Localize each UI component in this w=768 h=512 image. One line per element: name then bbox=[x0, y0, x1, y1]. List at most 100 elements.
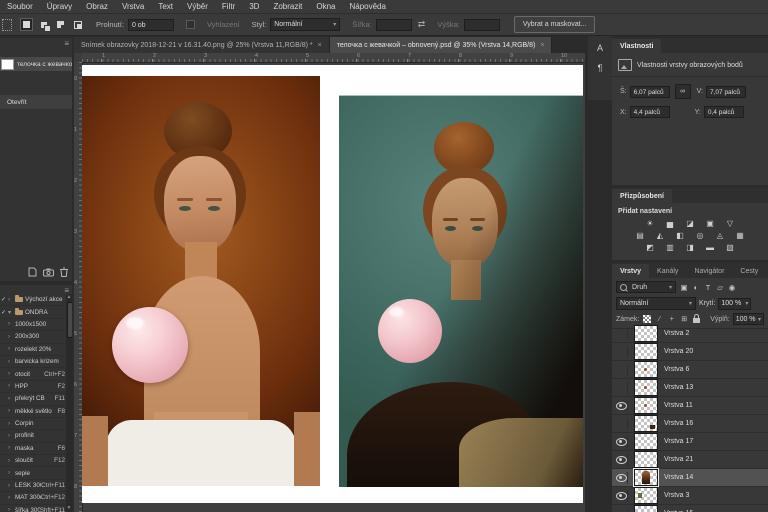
new-document-from-state-icon[interactable] bbox=[28, 267, 37, 277]
canvas-area[interactable]: 12345678910 012345678 bbox=[74, 53, 585, 512]
feather-input[interactable]: 0 ob bbox=[128, 19, 174, 31]
layer-thumbnail[interactable] bbox=[634, 379, 658, 396]
channel-mixer-icon[interactable]: ◬ bbox=[713, 230, 727, 241]
layer-row[interactable]: Vrstva 16 bbox=[612, 415, 768, 433]
menu-item[interactable]: Vrstva bbox=[115, 2, 151, 11]
width-input[interactable] bbox=[376, 19, 412, 31]
rectangular-marquee-tool-icon[interactable] bbox=[2, 19, 12, 31]
layer-row[interactable]: Vrstva 3 bbox=[612, 487, 768, 505]
layer-thumbnail[interactable] bbox=[634, 505, 658, 512]
caret-icon[interactable] bbox=[8, 408, 15, 414]
action-row[interactable]: MAT 300dpi Ctrl+F12 bbox=[0, 492, 66, 504]
caret-icon[interactable] bbox=[8, 396, 15, 402]
new-selection-icon[interactable] bbox=[20, 18, 33, 31]
caret-icon[interactable] bbox=[8, 346, 15, 352]
layer-thumbnail[interactable] bbox=[634, 325, 658, 342]
exposure-icon[interactable]: ▣ bbox=[703, 218, 717, 229]
history-state-open[interactable]: Otevřít bbox=[0, 95, 72, 109]
curves-icon[interactable]: ◪ bbox=[683, 218, 697, 229]
action-row[interactable]: Corpin bbox=[0, 418, 66, 430]
scroll-up-icon[interactable]: ▲ bbox=[66, 294, 72, 301]
layer-row[interactable]: Vrstva 11 bbox=[612, 397, 768, 415]
menu-item[interactable]: Úpravy bbox=[40, 2, 79, 11]
delete-trash-icon[interactable] bbox=[60, 267, 68, 277]
caret-icon[interactable] bbox=[8, 433, 15, 439]
filter-type-layers-icon[interactable]: T bbox=[702, 281, 714, 293]
document-tab[interactable]: Snímek obrazovky 2018-12-21 v 16.31.40.p… bbox=[74, 37, 330, 53]
action-row[interactable]: měkké světlo F8 bbox=[0, 406, 66, 418]
layer-kind-filter-select[interactable]: Druh ▾ bbox=[616, 281, 676, 293]
action-row[interactable]: HPP F2 bbox=[0, 381, 66, 393]
visibility-toggle[interactable] bbox=[615, 454, 628, 466]
scrollbar-thumb[interactable] bbox=[67, 302, 72, 338]
layers-panel-tab[interactable]: Navigátor bbox=[686, 264, 732, 278]
close-icon[interactable]: × bbox=[540, 42, 544, 49]
menu-item[interactable]: Zobrazit bbox=[266, 2, 309, 11]
layer-row[interactable]: Vrstva 6 bbox=[612, 361, 768, 379]
caret-icon[interactable] bbox=[8, 421, 15, 427]
visibility-toggle[interactable] bbox=[615, 490, 628, 502]
layers-panel-tab[interactable]: Cesty bbox=[732, 264, 766, 278]
filter-adjustment-layers-icon[interactable]: ◐ bbox=[690, 281, 702, 293]
panel-menu-icon[interactable]: ≡ bbox=[64, 41, 69, 47]
caret-icon[interactable] bbox=[8, 359, 15, 365]
layer-thumbnail[interactable] bbox=[634, 397, 658, 414]
menu-item[interactable]: Filtr bbox=[215, 2, 242, 11]
lock-position-icon[interactable]: + bbox=[667, 314, 676, 325]
layer-name[interactable]: Vrstva 11 bbox=[664, 402, 693, 409]
layer-row[interactable]: Vrstva 20 bbox=[612, 343, 768, 361]
caret-icon[interactable] bbox=[8, 507, 15, 512]
filter-pixel-layers-icon[interactable]: ▣ bbox=[678, 281, 690, 293]
invert-icon[interactable]: ◩ bbox=[643, 242, 657, 253]
subtract-from-selection-icon[interactable] bbox=[54, 18, 67, 31]
color-balance-icon[interactable]: ◭ bbox=[653, 230, 667, 241]
visibility-toggle[interactable] bbox=[615, 382, 628, 394]
scroll-down-icon[interactable]: ▼ bbox=[66, 505, 72, 512]
layers-panel-tab[interactable]: Vrstvy bbox=[612, 264, 649, 278]
layer-row[interactable]: Vrstva 2 bbox=[612, 325, 768, 343]
layer-name[interactable]: Vrstva 16 bbox=[664, 420, 693, 427]
vibrance-icon[interactable]: ▽ bbox=[723, 218, 737, 229]
action-row[interactable]: LESK 300dpi Ctrl+F11 bbox=[0, 480, 66, 492]
visibility-toggle[interactable] bbox=[615, 436, 628, 448]
action-row[interactable]: ONDRA bbox=[0, 306, 66, 318]
menu-item[interactable]: 3D bbox=[242, 2, 266, 11]
layer-name[interactable]: Vrstva 17 bbox=[664, 438, 693, 445]
layer-name[interactable]: Vrstva 13 bbox=[664, 384, 693, 391]
tab-adjustments[interactable]: Přizpůsobení bbox=[612, 189, 672, 203]
photo-filter-icon[interactable]: ◎ bbox=[693, 230, 707, 241]
layer-name[interactable]: Vrstva 14 bbox=[664, 474, 693, 481]
menu-item[interactable]: Text bbox=[151, 2, 180, 11]
caret-icon[interactable] bbox=[8, 371, 15, 377]
close-icon[interactable]: × bbox=[318, 42, 322, 49]
action-check-icon[interactable] bbox=[1, 309, 8, 316]
paragraph-panel-icon[interactable]: ¶ bbox=[591, 60, 609, 76]
opacity-input[interactable]: 100 % ▾ bbox=[718, 298, 751, 310]
caret-icon[interactable] bbox=[8, 470, 15, 476]
brightness-contrast-icon[interactable]: ☀ bbox=[643, 218, 657, 229]
menu-item[interactable]: Soubor bbox=[0, 2, 40, 11]
caret-icon[interactable] bbox=[8, 495, 15, 501]
layer-thumbnail[interactable] bbox=[634, 433, 658, 450]
select-and-mask-button[interactable]: Vybrat a maskovat... bbox=[514, 16, 596, 33]
action-row[interactable]: profinit bbox=[0, 430, 66, 442]
document-canvas[interactable] bbox=[82, 65, 583, 503]
caret-icon[interactable] bbox=[8, 309, 15, 316]
new-snapshot-camera-icon[interactable] bbox=[43, 268, 54, 277]
layer-name[interactable]: Vrstva 3 bbox=[664, 492, 689, 499]
action-row[interactable]: barvicka krizem bbox=[0, 356, 66, 368]
lock-all-icon[interactable] bbox=[692, 314, 701, 325]
actions-scrollbar[interactable]: ▲ ▼ bbox=[66, 294, 72, 512]
layer-row[interactable]: Vrstva 14 bbox=[612, 469, 768, 487]
selective-color-icon[interactable]: ▧ bbox=[723, 242, 737, 253]
hue-saturation-icon[interactable]: ▤ bbox=[633, 230, 647, 241]
layer-name[interactable]: Vrstva 2 bbox=[664, 330, 689, 337]
action-row[interactable]: sepie bbox=[0, 467, 66, 479]
layer-thumbnail[interactable] bbox=[634, 361, 658, 378]
caret-icon[interactable] bbox=[8, 383, 15, 389]
fill-input[interactable]: 100 % ▾ bbox=[733, 313, 764, 325]
lock-transparent-pixels-icon[interactable] bbox=[642, 314, 651, 325]
action-row[interactable]: Výchozí akce bbox=[0, 294, 66, 306]
layer-name[interactable]: Vrstva 20 bbox=[664, 348, 693, 355]
document-tab[interactable]: телочка с жевачкой – obnovený.psd @ 35% … bbox=[330, 37, 553, 53]
